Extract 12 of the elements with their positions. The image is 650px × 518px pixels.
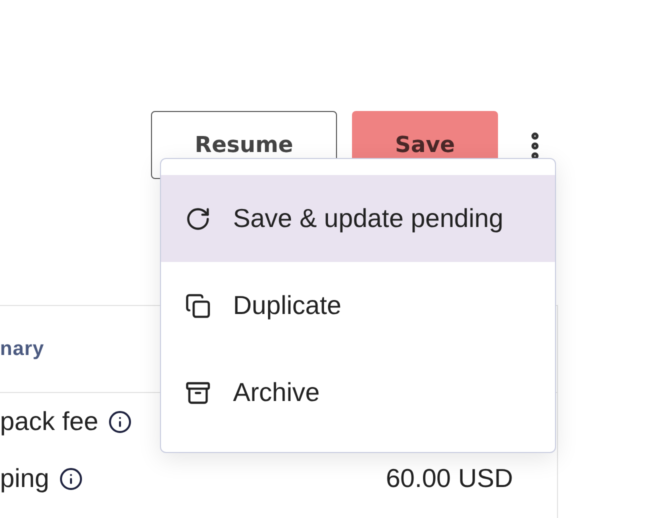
archive-icon (185, 380, 211, 406)
info-icon[interactable] (108, 410, 132, 434)
menu-item[interactable]: Save & update pending (161, 175, 555, 262)
info-icon[interactable] (59, 466, 84, 490)
fee-label: ping (0, 462, 50, 495)
copy-icon (185, 292, 211, 318)
section-heading: nary (0, 337, 44, 362)
amount: 60.00 USD (386, 462, 513, 495)
menu-item[interactable]: Duplicate (161, 262, 555, 349)
fee-label: pack fee (0, 405, 98, 438)
refresh-icon (185, 206, 211, 232)
menu-item[interactable]: Archive (161, 349, 555, 436)
